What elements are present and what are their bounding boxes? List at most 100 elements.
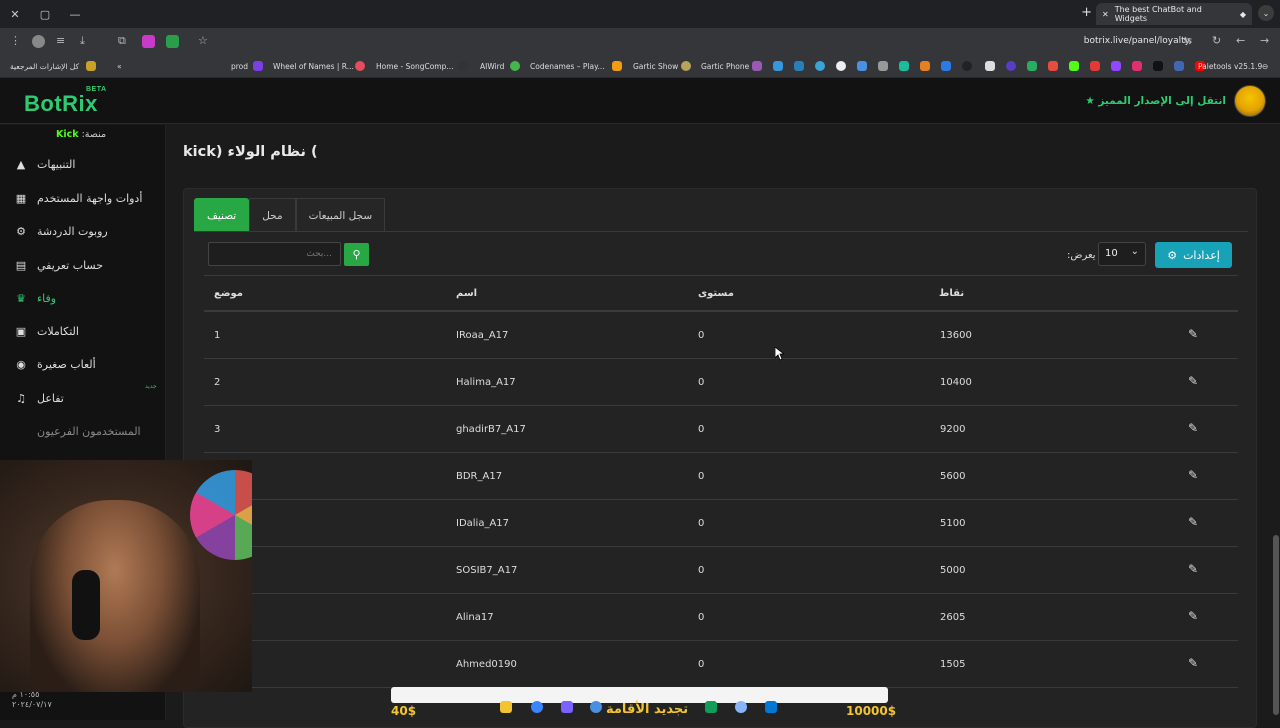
tab-shop[interactable]: محل [249,198,296,232]
bookmark-star-icon[interactable]: ☆ [198,34,208,47]
user-avatar[interactable] [1234,85,1266,117]
edit-icon[interactable]: ✎ [1188,562,1198,576]
app-header: BotRix BETA انتقل إلى الإصدار المميز ★ [0,78,1280,124]
scrollbar-thumb[interactable] [1273,535,1279,715]
bookmark-all[interactable]: كل الإشارات المرجعية [10,62,79,71]
cell-points: 5100 [940,518,966,529]
taskbar-app-icon[interactable] [531,701,543,713]
bookmark-favicon-icon [510,61,520,71]
close-tab-icon[interactable]: ✕ [1102,10,1109,19]
star-icon: ★ [1085,95,1095,107]
bookmark-favicon-icon [878,61,888,71]
bookmark-gartic-show[interactable]: Gartic Show [633,62,678,71]
forward-icon[interactable]: → [1260,34,1269,47]
restore-icon[interactable]: ▢ [30,0,60,28]
edit-icon[interactable]: ✎ [1188,421,1198,435]
cell-points: 13600 [940,330,972,341]
cell-level: 0 [698,330,705,341]
more-bookmarks-icon[interactable]: ⊖ [1262,62,1268,71]
menu-icon[interactable]: ✕ [0,0,30,28]
edit-icon[interactable]: ✎ [1188,656,1198,670]
download-icon[interactable]: ⤓ [80,34,85,48]
cell-name: ghadirB7_A17 [456,424,526,435]
sidebar-item-minigames[interactable]: ◉ ألعاب صغيرة [0,352,166,376]
bookmark-aiwird[interactable]: AIWird [480,62,504,71]
botrix-logo[interactable]: BotRix BETA [24,86,106,117]
beta-badge: BETA [86,86,107,93]
new-tab-icon[interactable]: + [1081,5,1092,20]
site-settings-icon[interactable]: ⇆ [1183,34,1192,47]
edit-icon[interactable]: ✎ [1188,327,1198,341]
chevron-icon[interactable]: « [117,62,122,71]
profile-icon[interactable] [32,35,45,48]
address-bar-row: ⋮ ≡ ⤓ ⧉ ☆ botrix.live/panel/loyalty ⇆ ↻ … [0,28,1280,56]
bookmark-favicon-icon [1111,61,1121,71]
sidebar-item-chatbot[interactable]: ⚙ روبوت الدردشة [0,219,166,243]
table-row: Ahmed0190 0 1505 ✎ [204,641,1238,688]
sidebar-item-alerts[interactable]: ▲ التنبيهات [0,152,166,176]
gears-icon: ⚙ [1167,248,1178,262]
bookmark-songcomp[interactable]: Home - SongComp... [376,62,454,71]
table-row: SOSIB7_A17 0 5000 ✎ [204,547,1238,594]
cell-name: Halima_A17 [456,377,516,388]
edit-icon[interactable]: ✎ [1188,609,1198,623]
page-scrollbar[interactable] [1272,125,1280,720]
playlist-icon[interactable]: ≡ [56,34,65,47]
column-position[interactable]: موضع [214,288,243,299]
sidebar-item-widgets[interactable]: ▦ أدوات واجهة المستخدم [0,186,166,210]
taskbar-app-icon[interactable] [500,701,512,713]
reload-icon[interactable]: ↻ [1212,34,1221,47]
bookmark-prod[interactable]: prod [231,62,248,71]
taskbar-app-icon[interactable] [590,701,602,713]
tab-divider [194,231,1248,232]
sidebar-item-interaction[interactable]: ♫ تفاعل جديد [0,383,166,410]
tab-sales-log[interactable]: سجل المبيعات [295,198,386,232]
extensions-icon[interactable]: ⧉ [118,34,126,48]
url-text[interactable]: botrix.live/panel/loyalty [1084,36,1190,46]
windows-start-icon[interactable] [765,701,777,713]
kebab-menu-icon[interactable]: ⋮ [10,34,21,47]
bookmark-gartic-phone[interactable]: Gartic Phone [701,62,749,71]
column-points[interactable]: نقاط [939,288,964,299]
browser-tab[interactable]: ✕ The best ChatBot and Widgets ◆ [1096,3,1252,25]
sidebar-item-loyalty[interactable]: ♛ وفاء [0,286,166,310]
cell-name: Ahmed0190 [456,659,517,670]
cell-points: 10400 [940,377,972,388]
tab-title: The best ChatBot and Widgets [1114,5,1202,23]
column-level[interactable]: مستوى [698,288,734,299]
edit-icon[interactable]: ✎ [1188,468,1198,482]
extension-icon[interactable] [166,35,179,48]
sidebar-item-label: تفاعل [37,391,64,405]
taskbar-app-icon[interactable] [561,701,573,713]
bookmark-wheel[interactable]: Wheel of Names | R... [273,62,354,71]
premium-link[interactable]: انتقل إلى الإصدار المميز ★ [1085,95,1226,107]
edit-icon[interactable]: ✎ [1188,515,1198,529]
bookmark-paletools[interactable]: Paletools v25.1.9 [1198,62,1262,71]
column-name[interactable]: اسم [456,288,477,299]
bookmark-favicon-icon [836,61,846,71]
search-input[interactable]: ...بحث [208,242,341,266]
sidebar-item-label: حساب تعريفي [37,258,104,272]
cell-level: 0 [698,659,705,670]
bookmark-favicon-icon [612,61,622,71]
taskbar-app-icon[interactable] [735,701,747,713]
taskbar-app-icon[interactable] [705,701,717,713]
cell-position: 3 [214,424,221,435]
extension-icon[interactable] [142,35,155,48]
back-icon[interactable]: ← [1236,34,1245,47]
sidebar-item-integrations[interactable]: ▣ التكاملات [0,319,166,343]
sidebar-item-profile[interactable]: ▤ حساب تعريفي [0,253,166,277]
edit-icon[interactable]: ✎ [1188,374,1198,388]
sidebar-item-subusers[interactable]: المستخدمون الفرعيون [0,419,166,443]
bookmark-favicon-icon [1153,61,1163,71]
cell-name: IDalia_A17 [456,518,510,529]
tab-ranking[interactable]: تصنيف [194,198,250,232]
minimize-icon[interactable]: — [60,0,90,28]
bookmark-codenames[interactable]: Codenames – Play... [530,62,605,71]
bookmark-favicon-icon [815,61,825,71]
settings-button[interactable]: إعدادات ⚙ [1155,242,1232,268]
search-button[interactable]: ⚲ [344,243,369,266]
page-size-select[interactable]: 10 ⌄ [1098,242,1146,266]
robot-icon: ⚙ [16,224,26,238]
tab-search-icon[interactable]: ⌄ [1258,5,1274,21]
